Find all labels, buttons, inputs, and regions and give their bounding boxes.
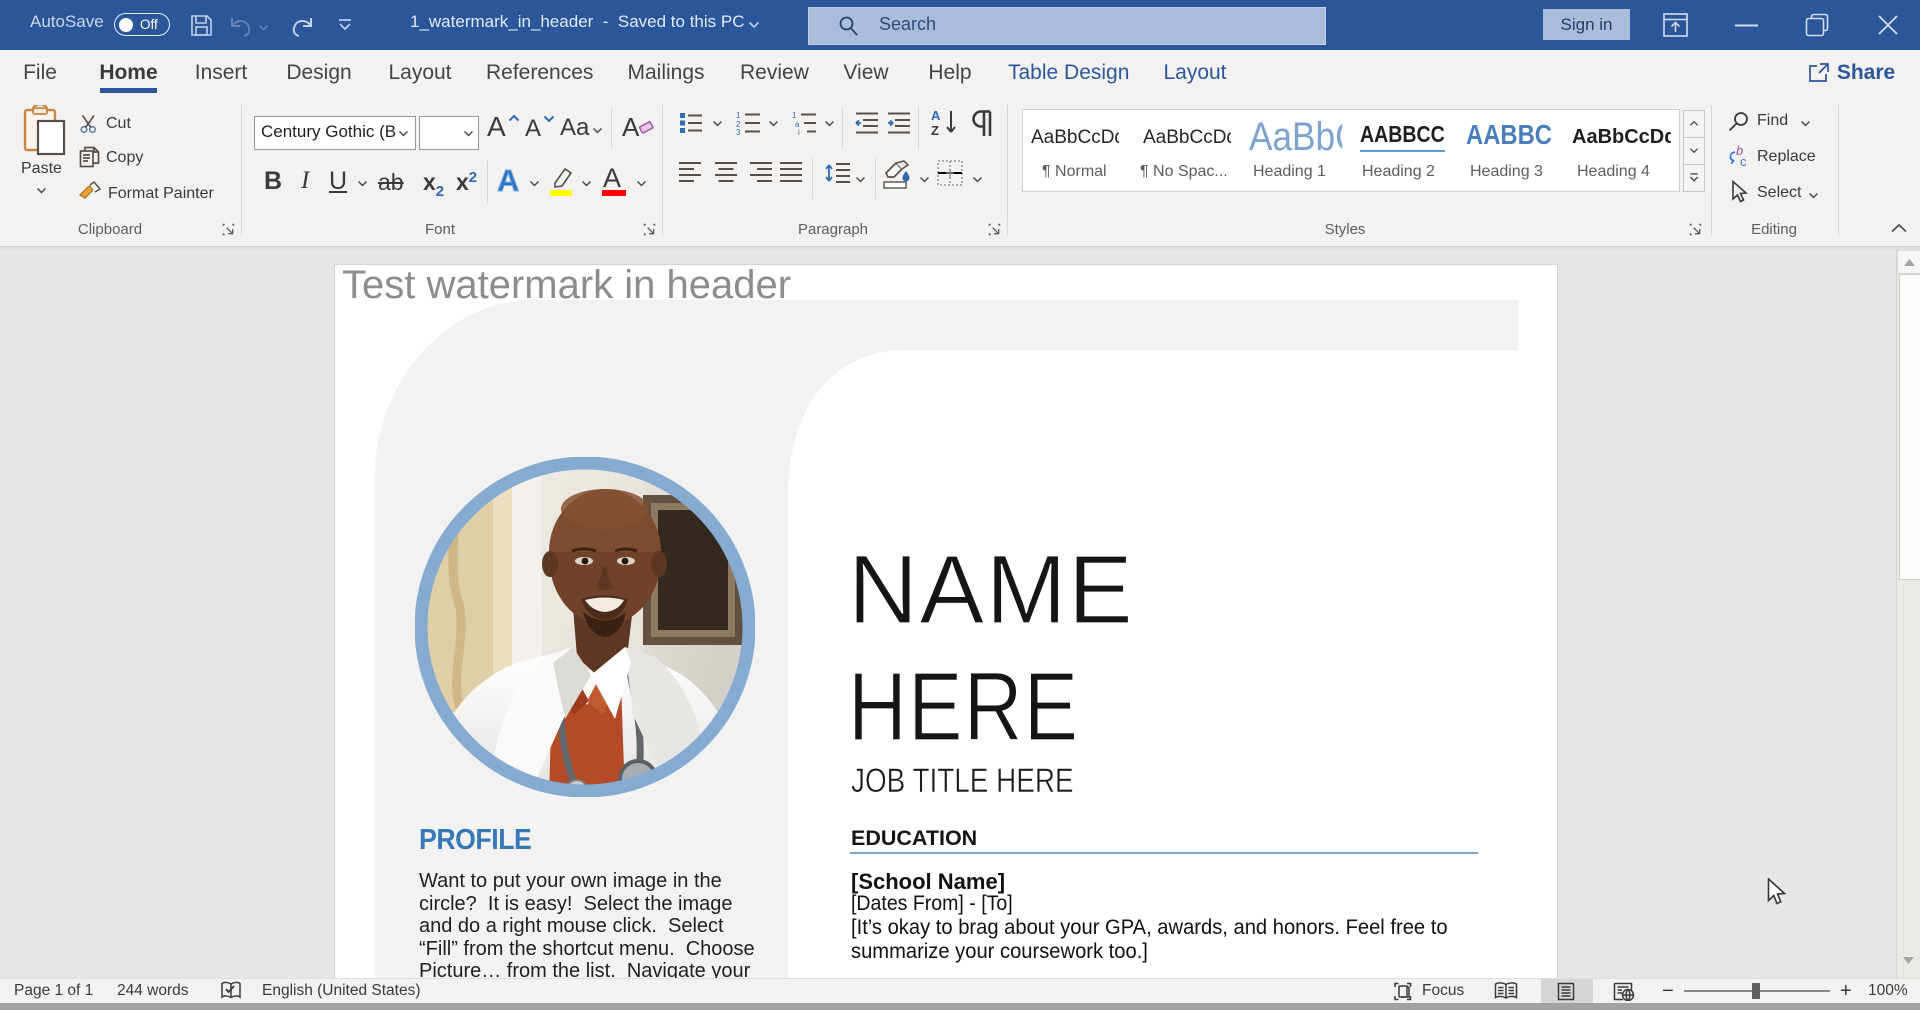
svg-text:Z: Z xyxy=(931,123,939,138)
svg-text:i: i xyxy=(798,128,800,136)
svg-text:3: 3 xyxy=(736,128,741,136)
svg-text:1: 1 xyxy=(792,111,797,120)
svg-text:c: c xyxy=(1740,154,1747,168)
svg-text:A: A xyxy=(931,108,941,123)
svg-text:1: 1 xyxy=(736,111,741,120)
